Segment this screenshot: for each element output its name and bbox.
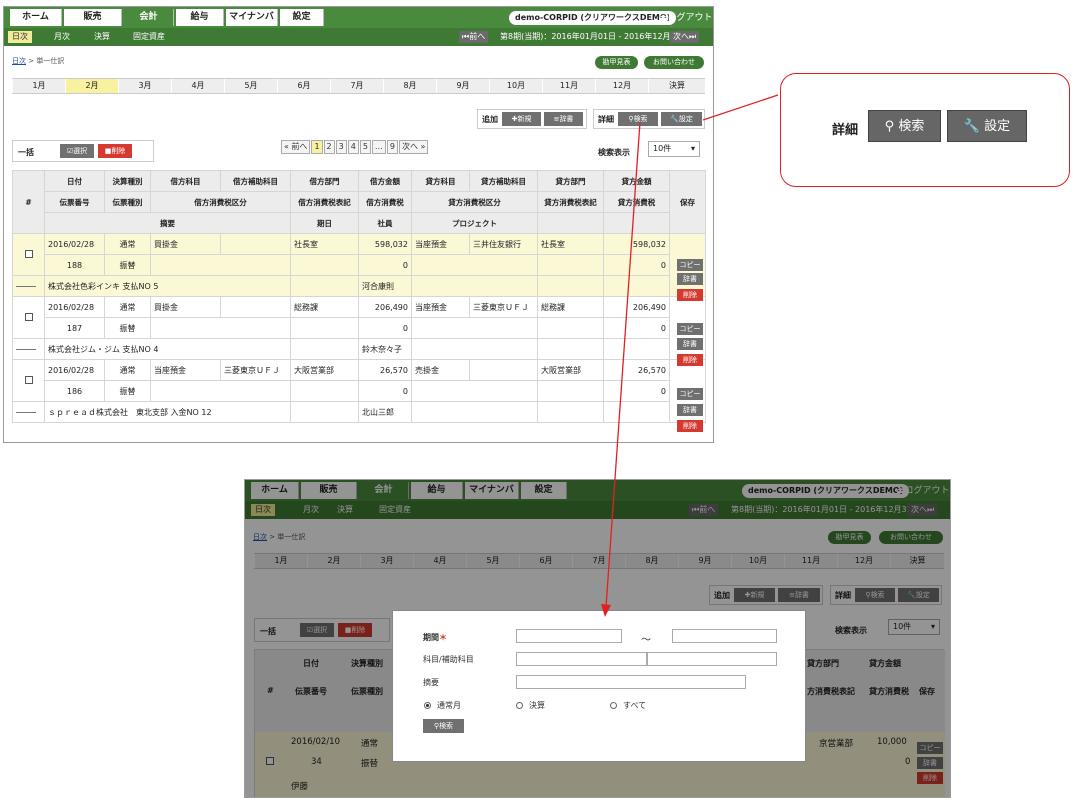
arrow-head-icon — [601, 604, 611, 617]
callout-pointer — [702, 94, 779, 121]
arrow-line — [605, 121, 641, 608]
annotation-arrows — [601, 94, 779, 617]
